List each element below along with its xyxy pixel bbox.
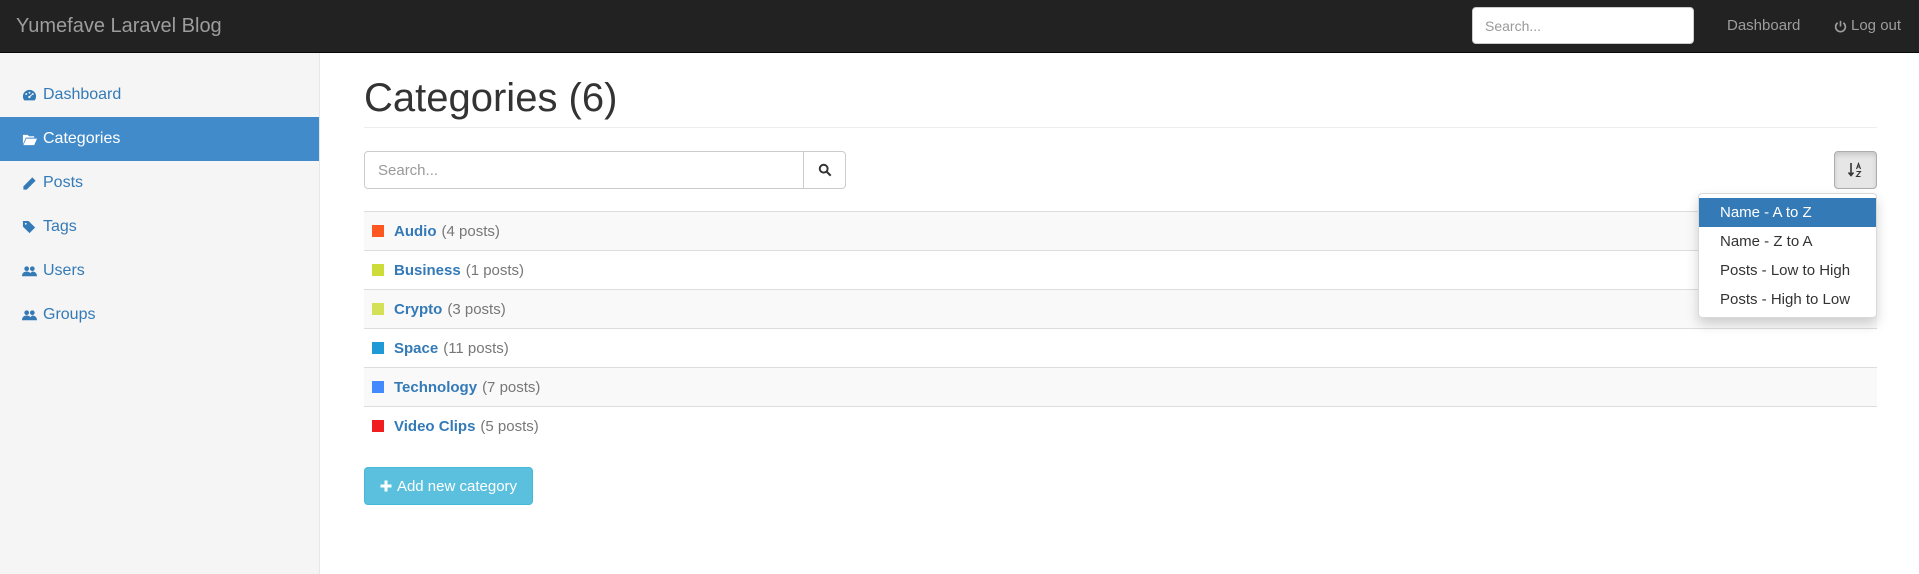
category-link[interactable]: Crypto: [394, 301, 442, 318]
category-list: Audio (4 posts) Business (1 posts) Crypt…: [364, 211, 1877, 445]
category-color-swatch: [372, 225, 384, 237]
sort-option-name-asc[interactable]: Name - A to Z: [1699, 198, 1876, 227]
category-color-swatch: [372, 264, 384, 276]
sort-option-posts-desc[interactable]: Posts - High to Low: [1699, 285, 1876, 314]
add-category-button[interactable]: Add new category: [364, 467, 533, 505]
category-link[interactable]: Video Clips: [394, 418, 475, 435]
category-link[interactable]: Business: [394, 262, 461, 279]
category-post-count: (11 posts): [443, 339, 509, 357]
tags-icon: [22, 220, 36, 233]
sidebar-item-users[interactable]: Users: [0, 249, 319, 293]
page-title: Categories (6): [364, 76, 618, 120]
sidebar-item-label: Groups: [43, 306, 96, 323]
sidebar-item-categories[interactable]: Categories: [0, 117, 319, 161]
sort-alpha-icon: [1847, 162, 1862, 178]
category-color-swatch: [372, 420, 384, 432]
category-link[interactable]: Audio: [394, 223, 437, 240]
power-icon: [1834, 20, 1847, 32]
list-item: Technology (7 posts): [364, 367, 1877, 406]
pencil-icon: [23, 176, 36, 190]
navbar-logout-link[interactable]: Log out: [1834, 17, 1901, 35]
sidebar-item-posts[interactable]: Posts: [0, 161, 319, 205]
search-icon: [818, 163, 831, 177]
list-item: Crypto (3 posts): [364, 289, 1877, 328]
category-search-group: [364, 151, 846, 189]
list-item: Business (1 posts): [364, 250, 1877, 289]
sidebar-item-label: Tags: [43, 218, 77, 235]
folder-open-icon: [22, 134, 37, 145]
navbar-dashboard-link[interactable]: Dashboard: [1727, 17, 1800, 35]
add-category-label: Add new category: [396, 477, 518, 495]
list-item: Video Clips (5 posts): [364, 406, 1877, 445]
sidebar-item-tags[interactable]: Tags: [0, 205, 319, 249]
list-item: Audio (4 posts): [364, 211, 1877, 250]
brand-title[interactable]: Yumefave Laravel Blog: [16, 14, 222, 38]
navbar-dashboard-label: Dashboard: [1727, 17, 1801, 34]
category-color-swatch: [372, 342, 384, 354]
sort-button[interactable]: [1834, 151, 1877, 189]
users-icon: [22, 265, 37, 276]
sort-dropdown-menu: Name - A to Z Name - Z to A Posts - Low …: [1698, 193, 1877, 318]
sidebar-item-groups[interactable]: Groups: [0, 293, 319, 337]
sidebar-item-dashboard[interactable]: Dashboard: [0, 73, 319, 117]
sidebar-item-label: Dashboard: [43, 86, 122, 103]
sort-option-name-desc[interactable]: Name - Z to A: [1699, 227, 1876, 256]
title-divider: [364, 127, 1877, 128]
navbar-search-input[interactable]: [1472, 7, 1694, 44]
category-search-input[interactable]: [364, 151, 804, 189]
list-item: Space (11 posts): [364, 328, 1877, 367]
sidebar: Dashboard Categories Posts Tags Users Gr…: [0, 53, 320, 574]
users-icon: [22, 309, 37, 320]
category-post-count: (3 posts): [447, 300, 506, 318]
search-button[interactable]: [804, 151, 846, 189]
category-post-count: (7 posts): [482, 378, 541, 396]
category-post-count: (5 posts): [480, 417, 539, 435]
category-link[interactable]: Technology: [394, 379, 477, 396]
category-link[interactable]: Space: [394, 340, 438, 357]
dashboard-icon: [22, 89, 37, 100]
top-navbar: Yumefave Laravel Blog Dashboard Log out: [0, 0, 1919, 53]
category-post-count: (1 posts): [465, 261, 525, 279]
category-color-swatch: [372, 303, 384, 315]
sort-option-posts-asc[interactable]: Posts - Low to High: [1699, 256, 1876, 285]
sidebar-item-label: Users: [43, 262, 85, 279]
category-post-count: (4 posts): [441, 222, 500, 240]
sidebar-item-label: Categories: [43, 130, 121, 147]
category-color-swatch: [372, 381, 384, 393]
plus-icon: [380, 480, 392, 492]
navbar-logout-label: Log out: [1851, 17, 1902, 34]
sidebar-item-label: Posts: [43, 174, 84, 191]
